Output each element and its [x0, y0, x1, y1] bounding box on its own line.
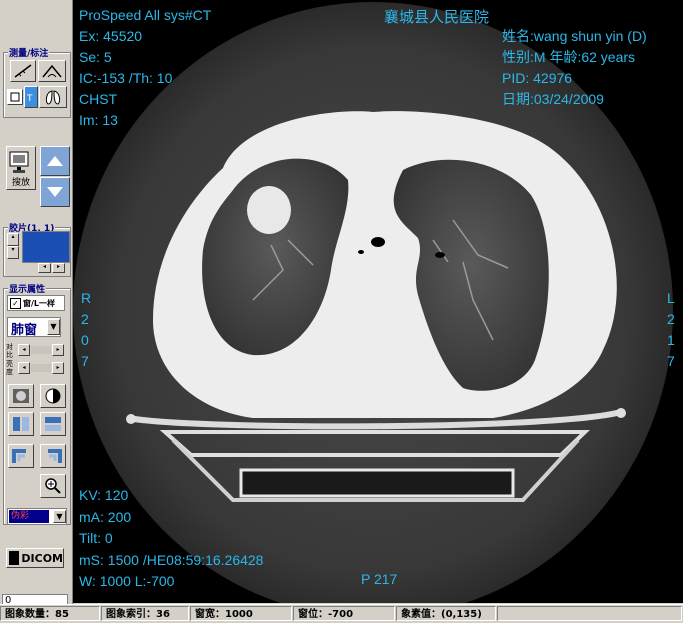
flip-horizontal-button[interactable] — [8, 412, 34, 436]
overlay-left-orientation: R 2 0 7 — [81, 288, 91, 372]
patient-id: PID: 42976 — [502, 70, 573, 86]
status-bar: 图象数量：85 图象索引：36 窗宽：1000 窗位：-700 象素值：(0,1… — [0, 604, 683, 623]
window-level-value: W: 1000 L:-700 — [79, 573, 175, 589]
film-scroll-right[interactable]: ▸ — [52, 263, 65, 273]
overlay-right-orientation: L 2 1 7 — [667, 288, 675, 372]
tilt-value: Tilt: 0 — [79, 530, 113, 546]
overlay-top-left: ProSpeed All sys#CT Ex: 45520 Se: 5 IC:-… — [79, 5, 211, 131]
rotate-right-button[interactable] — [40, 444, 66, 468]
overlay-line: IC:-153 /Th: 10 — [79, 70, 173, 86]
overlay-line: Ex: 45520 — [79, 28, 143, 44]
up-arrow-icon — [47, 156, 63, 166]
checkmark-icon: ✓ — [10, 297, 21, 309]
ruler-tool-button[interactable] — [10, 60, 36, 82]
flip-horizontal-icon — [13, 417, 29, 431]
chest-view-button[interactable] — [39, 86, 67, 108]
text-annotate-button[interactable]: T — [24, 86, 38, 108]
film-spin-down[interactable]: ▾ — [7, 246, 19, 259]
angle-icon — [42, 64, 62, 78]
rotate-left-button[interactable] — [8, 444, 34, 468]
magnifier-window-button[interactable] — [8, 384, 34, 408]
measure-group-title: 测量/标注 — [8, 46, 50, 59]
status-image-index: 图象索引：36 — [101, 606, 189, 621]
next-image-button[interactable] — [40, 177, 70, 207]
flip-vertical-icon — [45, 417, 61, 431]
rectangle-icon — [10, 92, 20, 102]
ms-value: mS: 1500 /HE08:59:16.26428 — [79, 551, 264, 568]
tool-sidebar: 测量/标注 T 搜放 胶片(1, 1) ▴ ▾ ◂ ▸ 显示属性 ✓ 窗/L一样… — [0, 0, 73, 607]
invert-icon — [45, 388, 61, 404]
status-window-level: 窗位：-700 — [293, 606, 395, 621]
window-level-icon — [13, 389, 29, 403]
film-preview[interactable] — [22, 231, 70, 263]
scroll-tool-button[interactable]: 搜放 — [6, 146, 36, 190]
ruler-icon — [14, 64, 32, 78]
overlay-top-right: 姓名:wang shun yin (D) 性别:M 年龄:62 years PI… — [502, 26, 647, 110]
lung-icon — [45, 90, 61, 105]
same-window-label: 窗/L一样 — [23, 298, 56, 308]
brightness-increase-button[interactable]: ▸ — [52, 362, 64, 374]
orientation-char: 2 — [81, 311, 89, 327]
brightness-decrease-button[interactable]: ◂ — [18, 362, 30, 374]
contrast-decrease-button[interactable]: ◂ — [18, 344, 30, 356]
chevron-down-icon[interactable]: ▼ — [47, 319, 60, 335]
dicom-label: DICOM — [21, 551, 63, 565]
orientation-char: 1 — [667, 332, 675, 348]
patient-sex-age: 性别:M 年龄:62 years — [502, 49, 636, 65]
orientation-char: L — [667, 290, 675, 306]
scroll-label: 搜放 — [12, 178, 31, 188]
display-group-title: 显示属性 — [8, 282, 47, 295]
orientation-char: R — [81, 290, 92, 306]
overlay-line: Se: 5 — [79, 49, 112, 65]
overlay-line: ProSpeed All sys#CT — [79, 7, 212, 23]
film-spin-up[interactable]: ▴ — [7, 233, 19, 246]
overlay-line: CHST — [79, 91, 118, 107]
rotate-right-icon — [48, 449, 62, 463]
brightness-label: 亮度 — [6, 360, 13, 376]
position-value: P 217 — [361, 571, 398, 587]
same-window-checkbox[interactable]: ✓ 窗/L一样 — [7, 295, 65, 311]
orientation-char: 7 — [81, 353, 89, 369]
image-viewer[interactable]: ProSpeed All sys#CT Ex: 45520 Se: 5 IC:-… — [73, 0, 683, 603]
dicom-button[interactable]: DICOM — [6, 548, 64, 568]
chevron-down-icon[interactable]: ▼ — [53, 510, 66, 523]
color-map-select[interactable]: 伪彩 ▼ — [7, 508, 67, 525]
kv-value: KV: 120 — [79, 487, 129, 503]
angle-tool-button[interactable] — [38, 60, 66, 82]
rotate-left-icon — [12, 449, 26, 463]
zoom-button[interactable] — [40, 474, 66, 498]
contrast-increase-button[interactable]: ▸ — [52, 344, 64, 356]
brightness-track[interactable] — [31, 364, 51, 372]
film-scroll-left[interactable]: ◂ — [38, 263, 51, 273]
text-icon: T — [26, 94, 33, 104]
flip-vertical-button[interactable] — [40, 412, 66, 436]
hospital-name: 襄城县人民医院 — [384, 9, 490, 26]
overlay-line: Im: 13 — [79, 112, 118, 128]
overlay-bottom-left: KV: 120 mA: 200 Tilt: 0 mS: 1500 /HE08:5… — [79, 485, 263, 593]
svg-text:T: T — [26, 94, 33, 104]
monitor-icon — [9, 151, 29, 173]
window-preset-value: 肺窗 — [11, 323, 38, 338]
previous-image-button[interactable] — [40, 146, 70, 176]
orientation-char: 0 — [81, 332, 89, 348]
rectangle-tool-button[interactable] — [7, 89, 23, 105]
orientation-char: 2 — [667, 311, 675, 327]
color-map-value: 伪彩 — [9, 510, 49, 523]
dicom-icon — [9, 551, 20, 565]
status-empty-pane — [497, 606, 682, 621]
invert-button[interactable] — [40, 384, 66, 408]
contrast-label: 对比 — [6, 343, 13, 359]
study-date: 日期:03/24/2009 — [502, 91, 604, 107]
status-pixel-value: 象素值：(0,135) — [396, 606, 496, 621]
status-image-count: 图象数量：85 — [0, 606, 100, 621]
patient-name: 姓名:wang shun yin (D) — [502, 28, 647, 44]
contrast-track[interactable] — [31, 346, 51, 354]
zoom-icon — [45, 478, 61, 494]
film-spin[interactable]: ▴ ▾ — [7, 233, 19, 259]
status-window-width: 窗宽：1000 — [190, 606, 292, 621]
ma-value: mA: 200 — [79, 508, 132, 525]
orientation-char: 7 — [667, 353, 675, 369]
window-preset-select[interactable]: 肺窗 ▼ — [7, 317, 61, 338]
down-arrow-icon — [47, 187, 63, 197]
